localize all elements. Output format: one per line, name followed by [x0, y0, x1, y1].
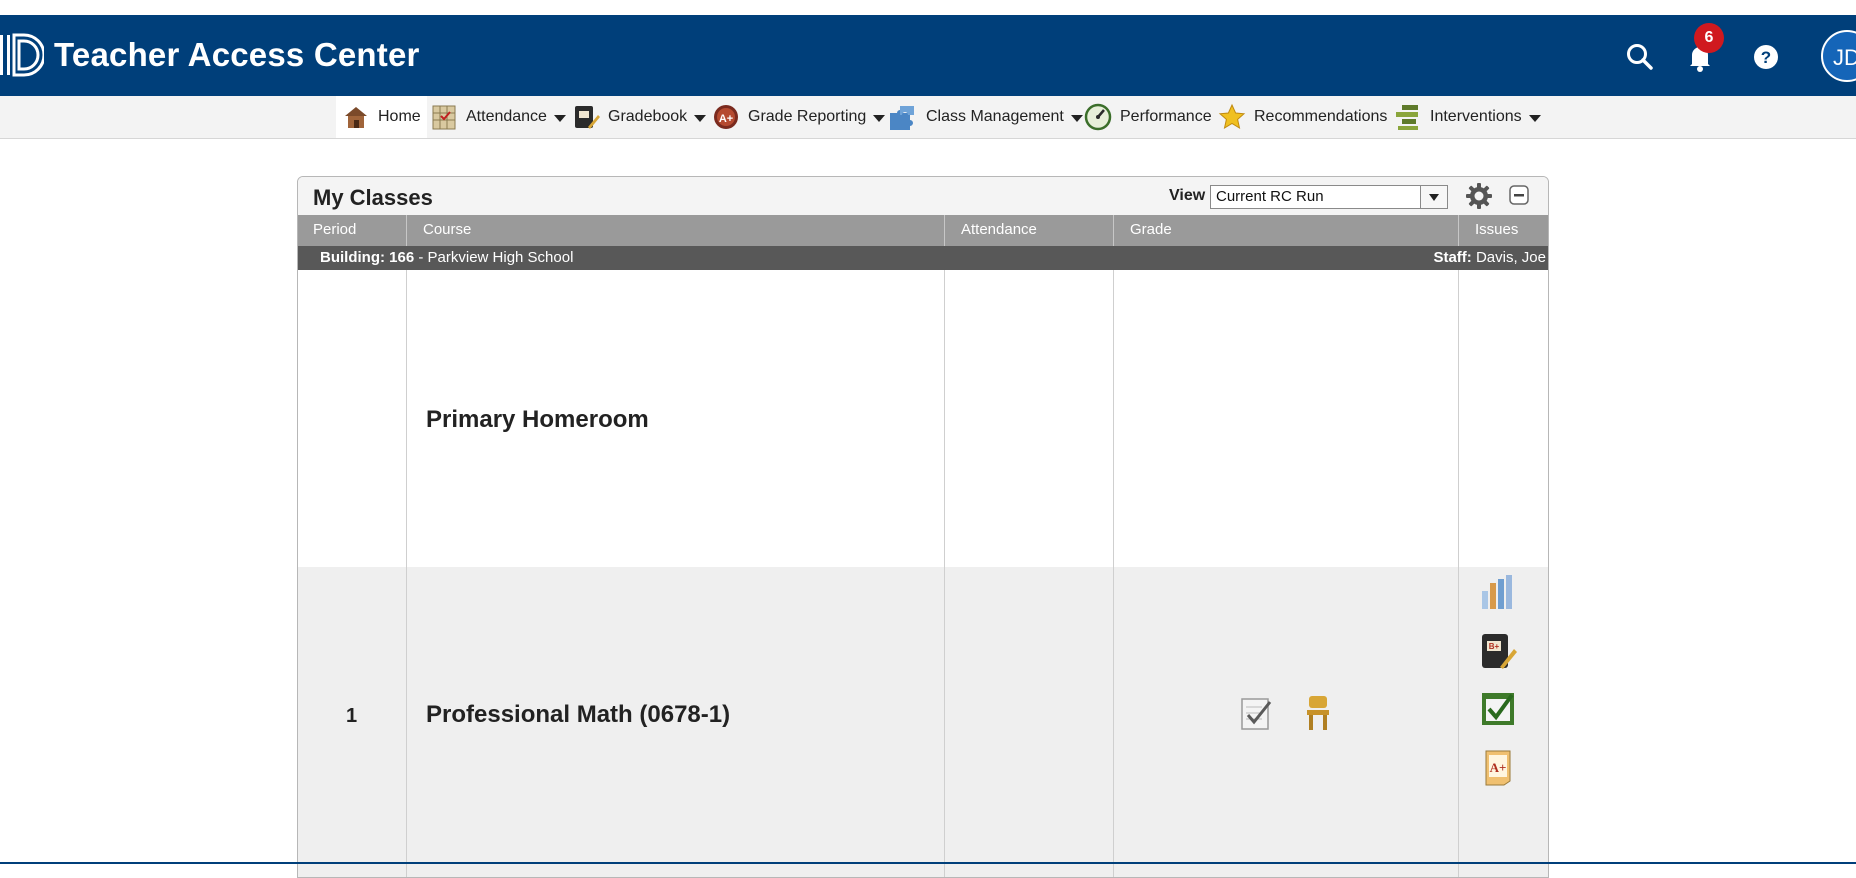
gradebook-icon[interactable]: B+ [1478, 631, 1518, 671]
view-label: View [1169, 187, 1206, 204]
chart-bars-icon[interactable] [1478, 573, 1518, 613]
minimize-icon[interactable] [1509, 185, 1529, 205]
chevron-down-icon[interactable] [1420, 186, 1447, 208]
svg-text:?: ? [1761, 48, 1771, 67]
powerschool-logo-icon [0, 33, 44, 77]
panel-header: My Classes View Current RC Run [298, 177, 1548, 215]
table-row[interactable]: Primary Homeroom [298, 270, 1548, 567]
col-period[interactable]: Period [313, 221, 356, 238]
col-attendance[interactable]: Attendance [961, 221, 1037, 238]
column-divider [406, 215, 407, 246]
nav-home-label: Home [378, 108, 421, 125]
search-icon[interactable] [1622, 39, 1658, 75]
chevron-down-icon [1070, 115, 1083, 122]
app-title: Teacher Access Center [54, 36, 420, 73]
home-icon [345, 107, 367, 128]
staff-info: Staff: Davis, Joe [1433, 249, 1546, 266]
svg-text:B+: B+ [1489, 642, 1500, 651]
nav-interventions-label: Interventions [1430, 108, 1522, 125]
building-label: Building: 166 [320, 249, 415, 266]
chevron-down-icon [694, 115, 707, 122]
column-divider [1113, 270, 1114, 877]
staff-name: Davis, Joe [1471, 249, 1546, 266]
col-issues[interactable]: Issues [1475, 221, 1518, 238]
main-nav: Home Attendance Gradebook A+ Grade Repor… [0, 96, 1856, 139]
nav-grade-reporting-label: Grade Reporting [748, 108, 867, 125]
grade-reporting-icon: A+ [714, 105, 738, 129]
nav-recommendations[interactable]: Recommendations [1218, 96, 1387, 138]
checklist-icon[interactable] [1237, 693, 1277, 733]
building-info: Building: 166 - Parkview High School [320, 249, 573, 266]
nav-gradebook[interactable]: Gradebook [572, 96, 707, 138]
nav-performance[interactable]: Performance [1084, 96, 1212, 138]
col-course[interactable]: Course [423, 221, 471, 238]
table-header: Period Course Attendance Grade Issues [298, 215, 1548, 246]
building-name: - Parkview High School [414, 249, 574, 266]
chevron-down-icon [1528, 115, 1541, 122]
course-name[interactable]: Professional Math (0678-1) [426, 701, 730, 729]
column-divider [406, 270, 407, 877]
column-divider [944, 270, 945, 877]
puzzle-icon [890, 106, 914, 130]
nav-class-management[interactable]: Class Management [886, 96, 1083, 138]
nav-gradebook-label: Gradebook [608, 108, 688, 125]
attendance-icon [432, 105, 456, 130]
window-top-edge [0, 0, 1856, 16]
nav-class-management-label: Class Management [926, 108, 1064, 125]
nav-attendance-label: Attendance [466, 108, 547, 125]
star-icon [1218, 103, 1246, 130]
seating-chair-icon[interactable] [1298, 693, 1338, 733]
app-header: Teacher Access Center 6 ? JD [0, 15, 1856, 96]
gradebook-icon [575, 106, 600, 129]
svg-text:A+: A+ [719, 113, 733, 125]
gear-icon[interactable] [1465, 182, 1493, 210]
help-icon[interactable]: ? [1748, 39, 1784, 75]
table-row[interactable]: 1 Professional Math (0678-1) B+ A+ [298, 567, 1548, 877]
speedometer-icon [1084, 103, 1112, 131]
period-number: 1 [346, 705, 358, 727]
staff-label: Staff: [1433, 249, 1472, 266]
nav-home[interactable]: Home [336, 96, 427, 138]
grade-paper-icon[interactable]: A+ [1478, 747, 1518, 787]
panel-title: My Classes [313, 185, 433, 210]
column-divider [1113, 215, 1114, 246]
interventions-icon [1396, 105, 1418, 130]
view-select-value: Current RC Run [1216, 188, 1324, 205]
nav-grade-reporting[interactable]: A+ Grade Reporting [712, 96, 886, 138]
nav-performance-label: Performance [1120, 108, 1212, 125]
my-classes-panel: My Classes View Current RC Run Period Co… [297, 176, 1549, 878]
nav-interventions[interactable]: Interventions [1394, 96, 1541, 138]
nav-recommendations-label: Recommendations [1254, 108, 1388, 125]
user-avatar[interactable]: JD [1821, 30, 1856, 82]
column-divider [1458, 270, 1459, 877]
chevron-down-icon [553, 115, 566, 122]
attendance-check-icon[interactable] [1478, 689, 1518, 729]
col-grade[interactable]: Grade [1130, 221, 1172, 238]
column-divider [1458, 215, 1459, 246]
column-divider [944, 215, 945, 246]
svg-text:A+: A+ [1490, 760, 1507, 775]
nav-attendance[interactable]: Attendance [430, 96, 566, 138]
course-name[interactable]: Primary Homeroom [426, 406, 649, 434]
view-select[interactable]: Current RC Run [1210, 185, 1448, 209]
notification-badge[interactable]: 6 [1694, 23, 1724, 53]
chevron-down-icon [873, 115, 886, 122]
building-bar: Building: 166 - Parkview High School Sta… [298, 246, 1548, 270]
